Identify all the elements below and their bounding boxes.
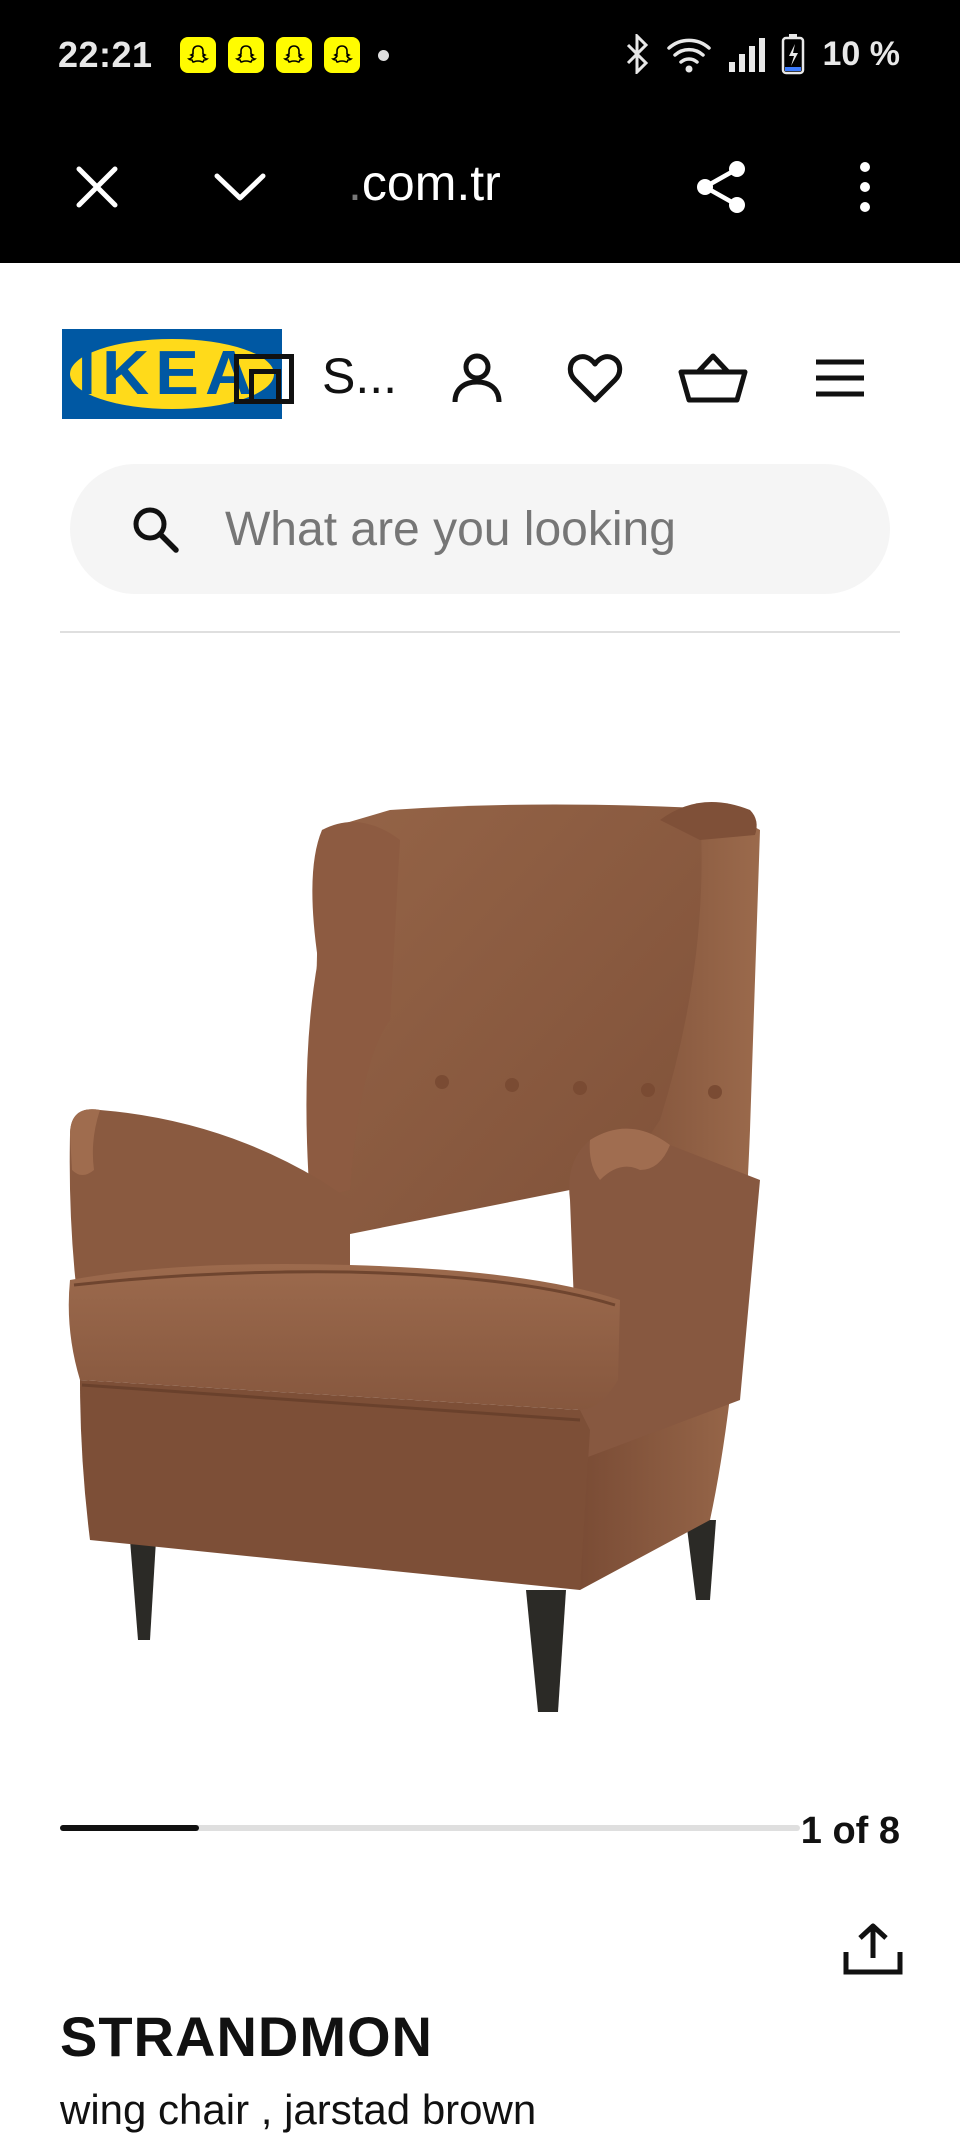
- snapchat-icon: [228, 37, 264, 73]
- search-bar[interactable]: [70, 464, 890, 594]
- notification-icons: [180, 37, 389, 73]
- user-icon: [452, 353, 502, 403]
- store-icon[interactable]: [234, 354, 294, 404]
- snapchat-icon: [276, 37, 312, 73]
- snapchat-icon: [324, 37, 360, 73]
- minimize-button[interactable]: [205, 152, 275, 222]
- share-product-button[interactable]: [842, 1922, 904, 1976]
- account-button[interactable]: [442, 343, 512, 413]
- logo-text: IKEA: [77, 339, 259, 408]
- battery-percent: 10 %: [822, 34, 901, 73]
- wishlist-button[interactable]: [560, 343, 630, 413]
- carousel-progress: [60, 1825, 199, 1831]
- battery-charging-icon: [781, 34, 804, 75]
- heart-icon: [567, 354, 623, 403]
- status-time: 22:21: [58, 34, 153, 75]
- chevron-down-icon: [214, 173, 266, 201]
- share-page-button[interactable]: [686, 152, 756, 222]
- menu-icon: [816, 359, 864, 397]
- upload-share-icon: [843, 1923, 903, 1975]
- browser-toolbar: .com.tr: [0, 112, 960, 263]
- share-icon: [697, 161, 745, 213]
- search-icon: [133, 507, 179, 553]
- close-icon: [76, 166, 118, 208]
- product-image[interactable]: [60, 760, 900, 1740]
- site-header: IKEA S...: [0, 263, 960, 633]
- signal-icon: [728, 38, 765, 72]
- carousel-counter: 1 of 8: [800, 1810, 900, 1852]
- url-prefix: .: [348, 155, 362, 211]
- more-vertical-icon: [860, 162, 870, 212]
- menu-button[interactable]: [805, 343, 875, 413]
- status-bar: 22:21 10 %: [0, 0, 960, 112]
- address-bar[interactable]: .com.tr: [348, 154, 501, 212]
- browser-menu-button[interactable]: [830, 152, 900, 222]
- image-carousel-indicator: 1 of 8: [60, 1810, 900, 1852]
- carousel-track[interactable]: [60, 1825, 800, 1831]
- system-icons: 10 %: [625, 32, 901, 76]
- more-notifications-dot: [378, 49, 389, 61]
- product-description: wing chair , jarstad brown: [60, 2086, 537, 2133]
- header-divider: [60, 631, 900, 633]
- header-store-label[interactable]: S...: [322, 347, 397, 405]
- cart-icon: [678, 353, 748, 403]
- search-input[interactable]: [225, 494, 825, 564]
- close-tab-button[interactable]: [62, 152, 132, 222]
- cart-button[interactable]: [678, 343, 748, 413]
- bluetooth-icon: [626, 34, 648, 74]
- url-text: com.tr: [361, 155, 501, 211]
- wifi-icon: [666, 38, 711, 73]
- product-title: STRANDMON: [60, 2005, 433, 2068]
- snapchat-icon: [180, 37, 216, 73]
